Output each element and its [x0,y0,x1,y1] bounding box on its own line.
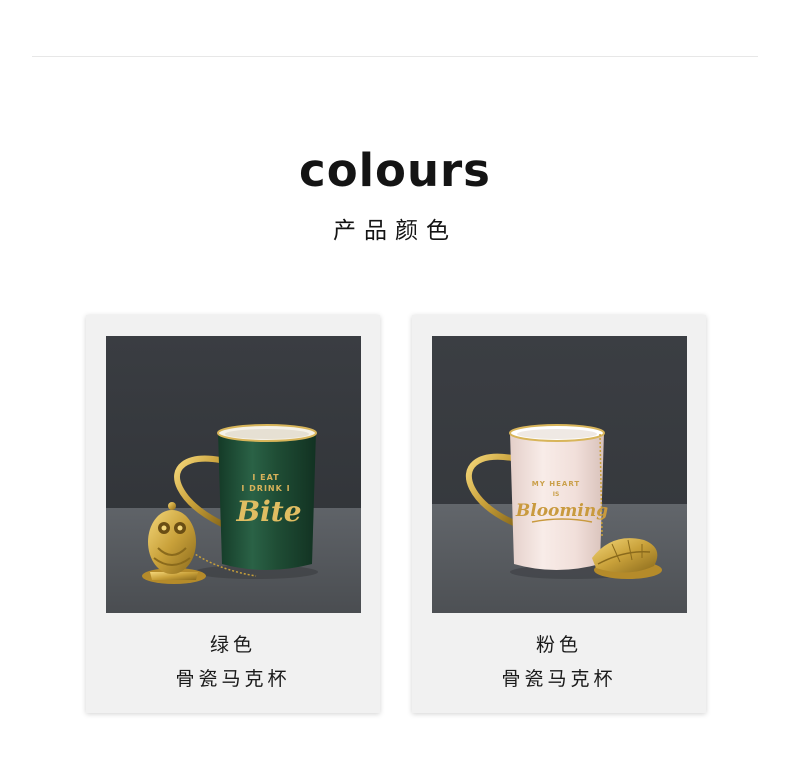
mug-text-line1: MY HEART [532,480,580,488]
section-subtitle: 产品颜色 [333,218,457,244]
product-photo-green[interactable]: I EAT I DRINK I Bite [106,336,361,613]
mug-text-line2: I DRINK I [241,484,290,493]
green-mug-image: I EAT I DRINK I Bite [106,336,361,613]
pink-mug-image: MY HEART IS Blooming [432,336,687,613]
mug-text-script: Bite [235,495,301,528]
product-color-label: 粉色 [535,634,582,656]
product-name-label: 骨瓷马克杯 [175,668,291,690]
product-photo-pink[interactable]: MY HEART IS Blooming [432,336,687,613]
product-card-pink[interactable]: MY HEART IS Blooming 粉色 骨瓷马克杯 [412,315,706,713]
mug-text-line2: IS [553,491,560,498]
section-title: colours [299,144,491,197]
mug-text-line1: I EAT [252,473,279,482]
product-name-label: 骨瓷马克杯 [501,668,617,690]
product-color-label: 绿色 [209,634,256,656]
mug-text-script: Blooming [515,501,608,521]
product-card-green[interactable]: I EAT I DRINK I Bite 绿色 骨瓷马克杯 [86,315,380,713]
top-divider [32,56,758,57]
